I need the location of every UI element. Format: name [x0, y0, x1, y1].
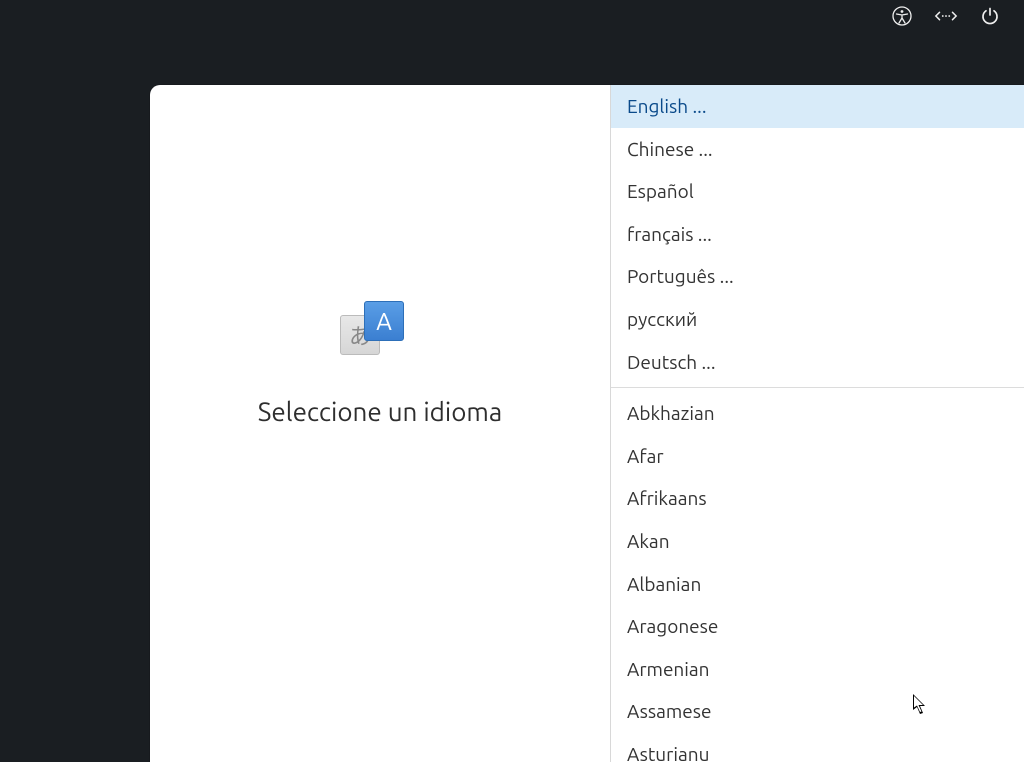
prompt-pane: あ A Seleccione un idioma	[150, 85, 610, 762]
language-item-albanian[interactable]: Albanian	[611, 563, 1024, 606]
language-item-abkhazian[interactable]: Abkhazian	[611, 392, 1024, 435]
language-item-francais[interactable]: français ...	[611, 213, 1024, 256]
language-item-afrikaans[interactable]: Afrikaans	[611, 477, 1024, 520]
topbar	[0, 0, 1024, 32]
power-icon[interactable]	[978, 4, 1002, 28]
language-item-espanol[interactable]: Español	[611, 170, 1024, 213]
language-item-english[interactable]: English ...	[611, 85, 1024, 128]
language-selection-dialog: あ A Seleccione un idioma English ... Chi…	[150, 85, 1024, 762]
language-item-afar[interactable]: Afar	[611, 435, 1024, 478]
language-list-pane: English ... Chinese ... Español français…	[610, 85, 1024, 762]
list-divider	[611, 387, 1024, 388]
language-item-deutsch[interactable]: Deutsch ...	[611, 341, 1024, 384]
language-item-armenian[interactable]: Armenian	[611, 648, 1024, 691]
language-item-aragonese[interactable]: Aragonese	[611, 605, 1024, 648]
language-icon: あ A	[340, 301, 404, 357]
language-icon-front-glyph: A	[364, 301, 404, 341]
accessibility-icon[interactable]	[890, 4, 914, 28]
language-item-akan[interactable]: Akan	[611, 520, 1024, 563]
language-list[interactable]: English ... Chinese ... Español français…	[611, 85, 1024, 762]
prompt-text: Seleccione un idioma	[258, 397, 502, 426]
ethernet-icon[interactable]	[934, 4, 958, 28]
language-item-assamese[interactable]: Assamese	[611, 690, 1024, 733]
language-item-portugues[interactable]: Português ...	[611, 255, 1024, 298]
language-item-russian[interactable]: русский	[611, 298, 1024, 341]
language-item-asturianu[interactable]: Asturianu	[611, 733, 1024, 762]
language-item-chinese[interactable]: Chinese ...	[611, 128, 1024, 171]
